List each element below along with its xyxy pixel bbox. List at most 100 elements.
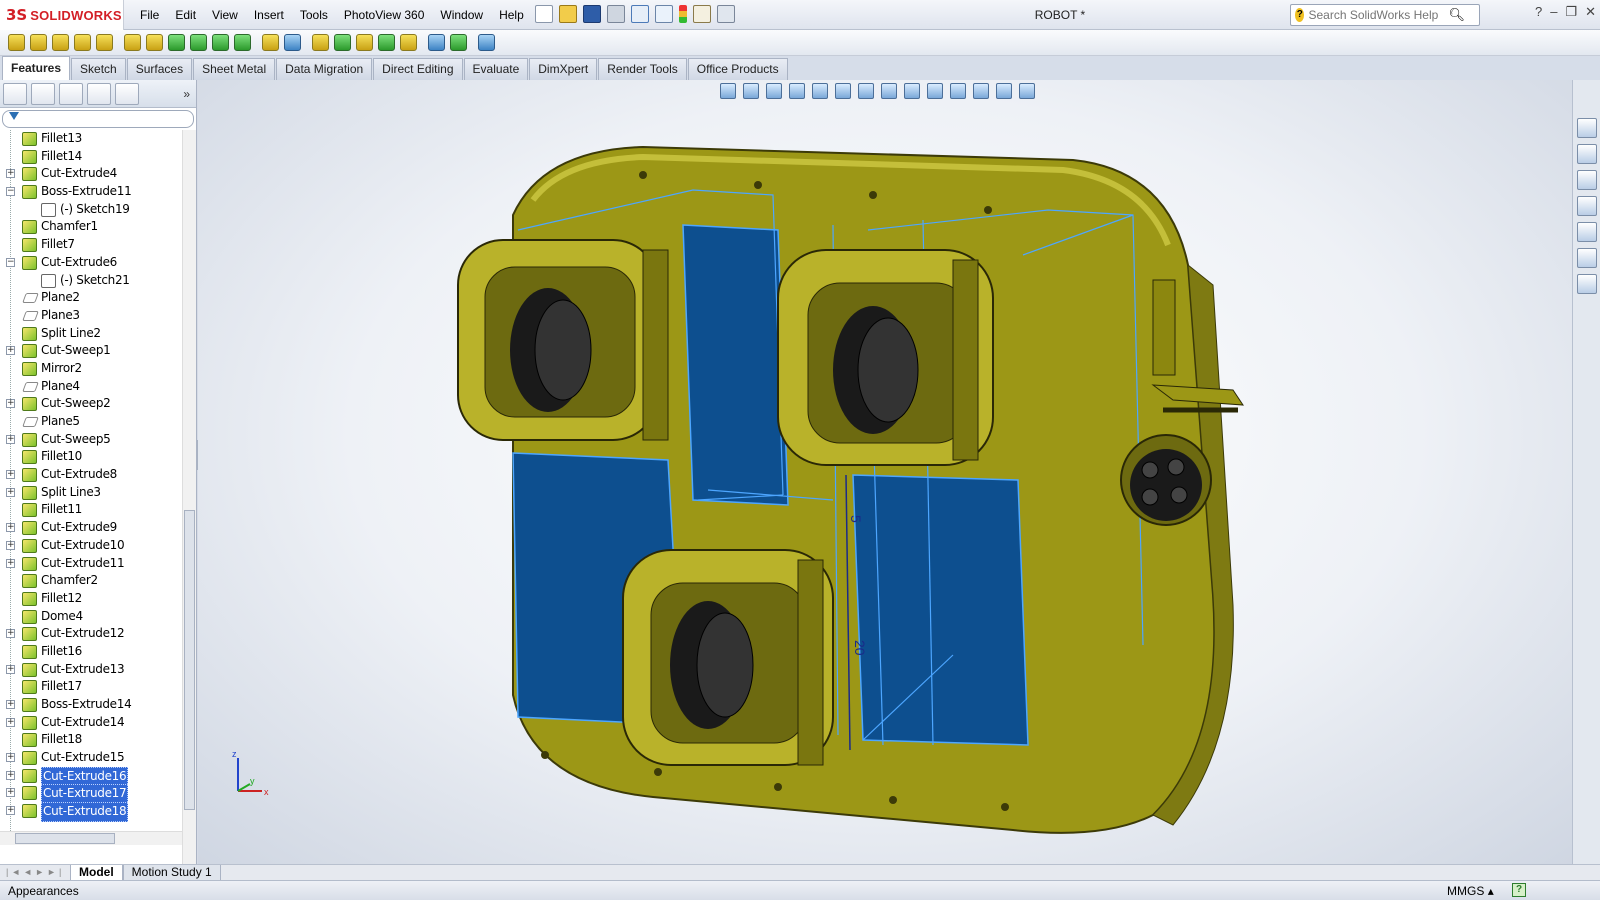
expand-icon[interactable]: + — [6, 470, 15, 480]
display-style-icon[interactable] — [996, 83, 1012, 99]
configuration-manager-tab-icon[interactable] — [59, 82, 83, 105]
tree-node[interactable]: Mirror2 — [0, 360, 182, 378]
expand-icon[interactable]: + — [6, 629, 15, 639]
expand-icon[interactable]: + — [6, 169, 15, 179]
print-icon[interactable] — [607, 5, 625, 23]
expand-icon[interactable]: + — [6, 540, 15, 550]
help-icon[interactable]: ? — [1535, 4, 1542, 20]
tree-node[interactable]: + Cut-Sweep2 — [0, 395, 182, 413]
tree-node[interactable]: Fillet16 — [0, 643, 182, 661]
zoom-in-out-icon[interactable] — [766, 83, 782, 99]
revolved-boss-icon[interactable] — [30, 34, 47, 51]
view-front-icon[interactable] — [812, 83, 828, 99]
undo-icon[interactable] — [631, 5, 649, 23]
tree-horizontal-scrollbar[interactable] — [0, 831, 182, 845]
tree-node[interactable]: (-) Sketch19 — [0, 201, 182, 219]
custom-properties-icon[interactable] — [1576, 274, 1597, 294]
view-orientation-icon[interactable] — [973, 83, 989, 99]
design-library-icon[interactable] — [1576, 144, 1597, 164]
boundary-cut-icon[interactable] — [234, 34, 251, 51]
tree-hscroll-thumb[interactable] — [15, 833, 115, 844]
expand-icon[interactable]: + — [6, 346, 15, 356]
expand-icon[interactable]: + — [6, 434, 15, 444]
tree-node[interactable]: (-) Sketch21 — [0, 272, 182, 290]
unit-system-selector[interactable]: MMGS ▴ — [1447, 884, 1494, 898]
expand-icon[interactable]: + — [6, 806, 15, 816]
expand-icon[interactable]: + — [6, 753, 15, 763]
tree-node[interactable]: + Cut-Extrude18 — [0, 802, 182, 822]
tree-node[interactable]: Fillet13 — [0, 130, 182, 148]
view-back-icon[interactable] — [835, 83, 851, 99]
dome-icon[interactable] — [378, 34, 395, 51]
tree-vscroll-thumb[interactable] — [184, 510, 195, 810]
section-view-icon[interactable] — [950, 83, 966, 99]
edit-appearance-icon[interactable] — [1019, 83, 1035, 99]
view-left-icon[interactable] — [858, 83, 874, 99]
dimension-label-5[interactable]: 5 — [848, 515, 864, 523]
tree-node[interactable]: + Cut-Sweep1 — [0, 342, 182, 360]
new-document-icon[interactable] — [535, 5, 553, 23]
tree-node[interactable]: + Cut-Extrude8 — [0, 466, 182, 484]
graphics-area[interactable]: 5 20 z x y — [198, 80, 1572, 865]
tree-node[interactable]: + Cut-Extrude16 — [0, 766, 182, 787]
tree-node[interactable]: Plane4 — [0, 378, 182, 396]
tree-node[interactable]: Fillet7 — [0, 236, 182, 254]
view-bottom-icon[interactable] — [927, 83, 943, 99]
lofted-cut-icon[interactable] — [212, 34, 229, 51]
revolved-cut-icon[interactable] — [168, 34, 185, 51]
save-icon[interactable] — [583, 5, 601, 23]
quick-tips-icon[interactable]: ? — [1512, 883, 1526, 897]
menu-tools[interactable]: Tools — [292, 0, 336, 30]
tree-node[interactable]: Dome4 — [0, 608, 182, 626]
tab-sketch[interactable]: Sketch — [71, 58, 126, 80]
tab-sheet-metal[interactable]: Sheet Metal — [193, 58, 276, 80]
zoom-to-area-icon[interactable] — [743, 83, 759, 99]
expand-icon[interactable]: + — [6, 770, 15, 780]
close-icon[interactable]: ✕ — [1585, 4, 1596, 20]
tab-nav-arrows-icon[interactable]: |◄◄►►| — [0, 865, 70, 881]
tab-render-tools[interactable]: Render Tools — [598, 58, 687, 80]
tree-node[interactable]: Chamfer2 — [0, 572, 182, 590]
tab-data-migration[interactable]: Data Migration — [276, 58, 373, 80]
file-properties-icon[interactable] — [693, 5, 711, 23]
tree-node[interactable]: Plane2 — [0, 289, 182, 307]
tree-node[interactable]: + Split Line3 — [0, 484, 182, 502]
tree-node[interactable]: Split Line2 — [0, 325, 182, 343]
pan-icon[interactable] — [789, 83, 805, 99]
menu-file[interactable]: File — [132, 0, 167, 30]
fillet-icon[interactable] — [262, 34, 279, 51]
zoom-to-fit-icon[interactable] — [720, 83, 736, 99]
draft-icon[interactable] — [334, 34, 351, 51]
tab-direct-editing[interactable]: Direct Editing — [373, 58, 463, 80]
feature-tree-tab-icon[interactable] — [3, 82, 27, 105]
tree-node[interactable]: Fillet10 — [0, 448, 182, 466]
tree-node[interactable]: Plane5 — [0, 413, 182, 431]
tree-node[interactable]: + Cut-Extrude14 — [0, 714, 182, 732]
expand-icon[interactable]: + — [6, 700, 15, 709]
select-pointer-icon[interactable] — [655, 5, 673, 23]
extruded-cut-icon[interactable] — [124, 34, 141, 51]
view-right-icon[interactable] — [881, 83, 897, 99]
tree-node[interactable]: Fillet12 — [0, 590, 182, 608]
expand-icon[interactable]: + — [6, 523, 15, 533]
open-folder-icon[interactable] — [559, 5, 577, 23]
hole-wizard-icon[interactable] — [146, 34, 163, 51]
tree-node[interactable]: + Cut-Sweep5 — [0, 431, 182, 449]
tab-office-products[interactable]: Office Products — [687, 58, 788, 80]
tree-node[interactable]: + Cut-Extrude11 — [0, 555, 182, 573]
expand-icon[interactable]: + — [6, 399, 15, 409]
swept-boss-icon[interactable] — [52, 34, 69, 51]
tree-node[interactable]: + Cut-Extrude17 — [0, 784, 182, 805]
tree-node[interactable]: − Cut-Extrude6 — [0, 254, 182, 272]
rib-icon[interactable] — [312, 34, 329, 51]
swept-cut-icon[interactable] — [190, 34, 207, 51]
tree-vertical-scrollbar[interactable] — [182, 130, 196, 865]
view-palette-icon[interactable] — [1576, 222, 1597, 242]
menu-insert[interactable]: Insert — [246, 0, 292, 30]
tab-surfaces[interactable]: Surfaces — [126, 58, 193, 80]
tree-node[interactable]: + Cut-Extrude9 — [0, 519, 182, 537]
tree-node[interactable]: + Cut-Extrude4 — [0, 165, 182, 183]
expand-icon[interactable]: + — [6, 558, 15, 568]
tab-motion-study[interactable]: Motion Study 1 — [122, 864, 221, 881]
search-magnifier-icon[interactable]: 🔍︎ — [1448, 7, 1465, 23]
